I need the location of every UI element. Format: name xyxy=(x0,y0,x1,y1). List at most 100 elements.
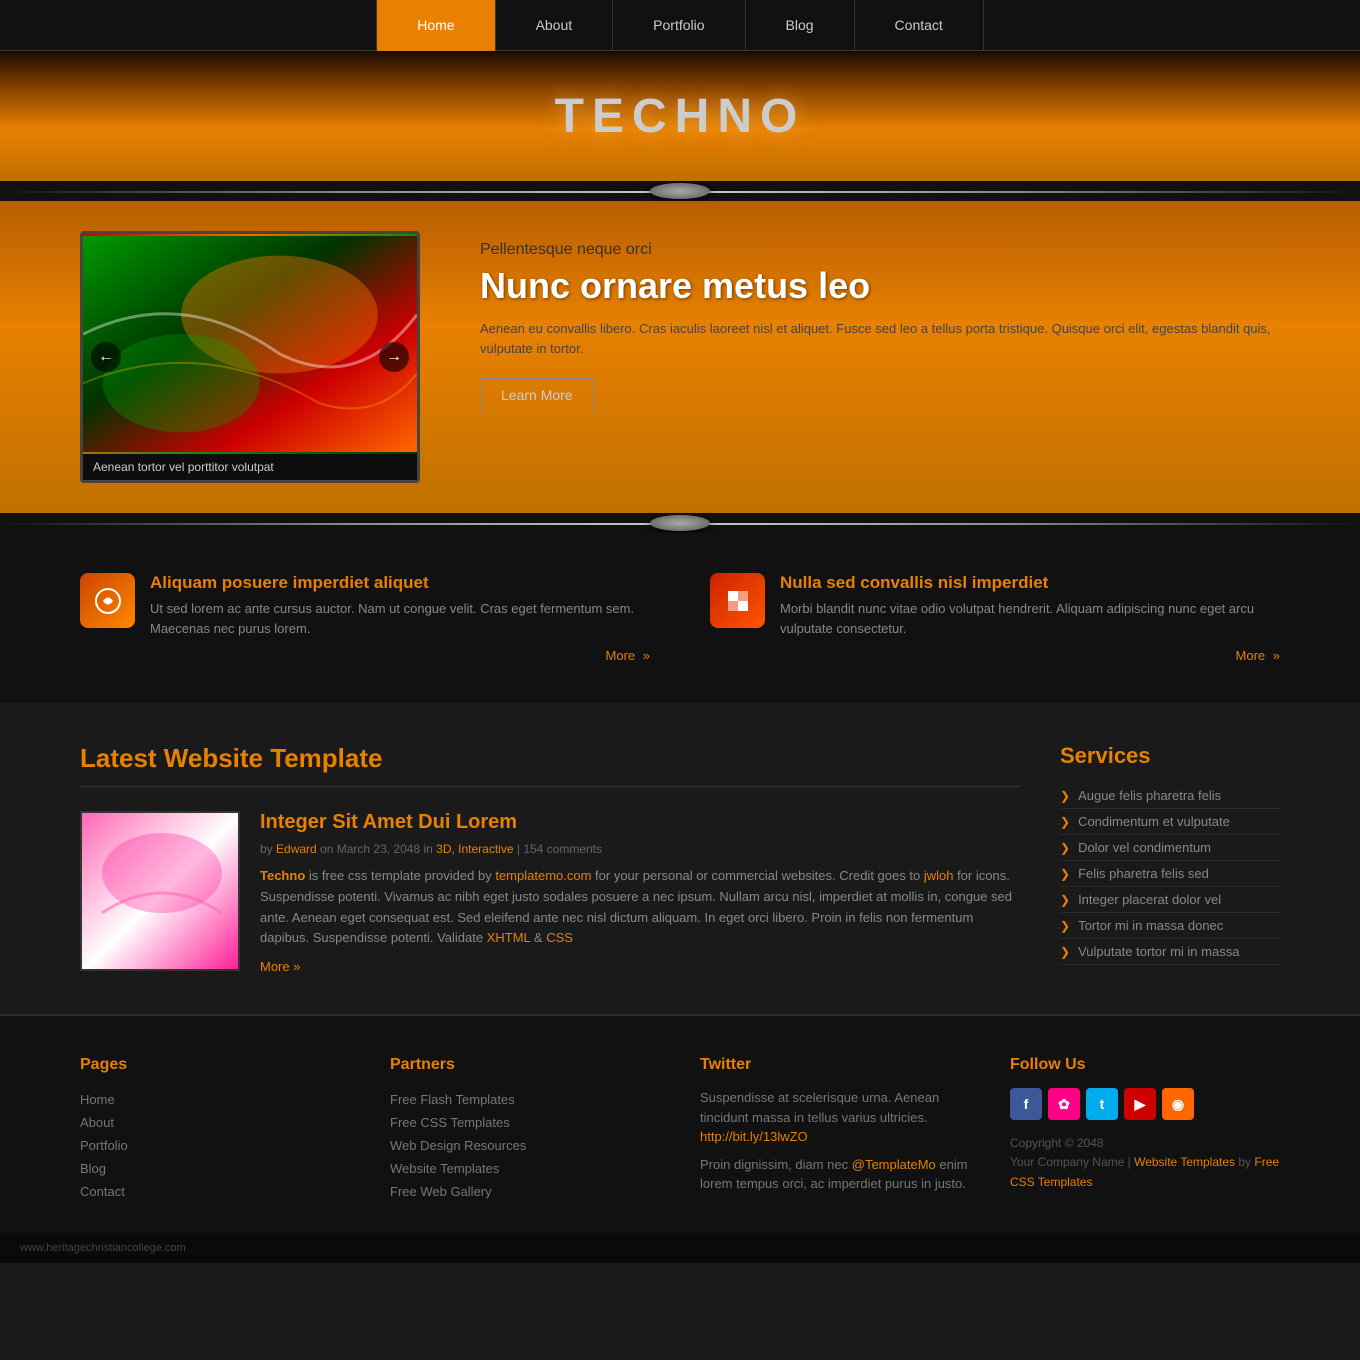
feature-2-more[interactable]: More » xyxy=(710,648,1280,663)
hero-text: Pellentesque neque orci Nunc ornare metu… xyxy=(480,231,1280,412)
feature-1-icon xyxy=(80,573,135,628)
feature-2-content: Nulla sed convallis nisl imperdiet Morbi… xyxy=(780,573,1280,638)
section-title: Latest Website Template xyxy=(80,743,1020,774)
post-category-link[interactable]: 3D, Interactive xyxy=(436,842,513,856)
twitter-text-2: Proin dignissim, diam nec @TemplateMo en… xyxy=(700,1155,970,1194)
feature-1-content: Aliquam posuere imperdiet aliquet Ut sed… xyxy=(150,573,650,638)
main-nav: Home About Portfolio Blog Contact xyxy=(0,0,1360,51)
post-more[interactable]: More » xyxy=(260,959,1020,974)
more-arrow-icon-2: » xyxy=(1273,648,1280,663)
website-templates-link[interactable]: Website Templates xyxy=(1134,1155,1235,1169)
feature-2-title: Nulla sed convallis nisl imperdiet xyxy=(780,573,1280,593)
service-item-4[interactable]: Integer placerat dolor vel xyxy=(1060,887,1280,913)
hero-section: ← → Aenean tortor vel porttitor volutpat… xyxy=(0,201,1360,513)
footer-page-2[interactable]: Portfolio xyxy=(80,1134,350,1157)
footer-page-1[interactable]: About xyxy=(80,1111,350,1134)
ornament-top xyxy=(650,183,710,199)
rss-icon[interactable]: ◉ xyxy=(1162,1088,1194,1120)
twitter-text-1: Suspendisse at scelerisque urna. Aenean … xyxy=(700,1088,970,1147)
feature-2-text: Morbi blandit nunc vitae odio volutpat h… xyxy=(780,599,1280,638)
footer-follow-col: Follow Us f ✿ t ▶ ◉ Copyright © 2048 You… xyxy=(1010,1056,1280,1203)
flickr-icon[interactable]: ✿ xyxy=(1048,1088,1080,1120)
service-item-5[interactable]: Tortor mi in massa donec xyxy=(1060,913,1280,939)
footer-pages-col: Pages Home About Portfolio Blog Contact xyxy=(80,1056,350,1203)
footer-page-4[interactable]: Contact xyxy=(80,1180,350,1203)
section-divider xyxy=(80,786,1020,787)
feature-1: Aliquam posuere imperdiet aliquet Ut sed… xyxy=(80,573,650,663)
copyright-text: Copyright © 2048 Your Company Name | Web… xyxy=(1010,1134,1280,1192)
ornament-bottom xyxy=(650,515,710,531)
hero-description: Aenean eu convallis libero. Cras iaculis… xyxy=(480,319,1280,358)
feature-2: Nulla sed convallis nisl imperdiet Morbi… xyxy=(710,573,1280,663)
more-arrow-icon: » xyxy=(643,648,650,663)
post-content: Integer Sit Amet Dui Lorem by Edward on … xyxy=(260,811,1020,974)
nav-portfolio[interactable]: Portfolio xyxy=(613,0,745,51)
footer-page-0[interactable]: Home xyxy=(80,1088,350,1111)
nav-home[interactable]: Home xyxy=(376,0,495,51)
hero-slider: ← → Aenean tortor vel porttitor volutpat xyxy=(80,231,420,483)
feature-1-header: Aliquam posuere imperdiet aliquet Ut sed… xyxy=(80,573,650,638)
service-item-2[interactable]: Dolor vel condimentum xyxy=(1060,835,1280,861)
twitter-icon[interactable]: t xyxy=(1086,1088,1118,1120)
main-content: Latest Website Template xyxy=(0,703,1360,1014)
nav-contact[interactable]: Contact xyxy=(855,0,984,51)
service-item-1[interactable]: Condimentum et vulputate xyxy=(1060,809,1280,835)
social-icons: f ✿ t ▶ ◉ xyxy=(1010,1088,1280,1120)
post-brand: Techno xyxy=(260,868,305,883)
feature-1-title: Aliquam posuere imperdiet aliquet xyxy=(150,573,650,593)
footer-follow-title: Follow Us xyxy=(1010,1056,1280,1074)
footer-partners-col: Partners Free Flash Templates Free CSS T… xyxy=(390,1056,660,1203)
facebook-icon[interactable]: f xyxy=(1010,1088,1042,1120)
footer-partner-3[interactable]: Website Templates xyxy=(390,1157,660,1180)
post-title[interactable]: Integer Sit Amet Dui Lorem xyxy=(260,811,1020,834)
learn-more-button[interactable]: Learn More xyxy=(480,378,594,412)
hero-title: Nunc ornare metus leo xyxy=(480,265,1280,307)
post-css-link[interactable]: CSS xyxy=(546,930,573,945)
post-image-graphic xyxy=(82,813,240,971)
features-section: Aliquam posuere imperdiet aliquet Ut sed… xyxy=(0,533,1360,703)
post-body: Techno is free css template provided by … xyxy=(260,866,1020,949)
hero-subtitle: Pellentesque neque orci xyxy=(480,241,1280,259)
footer-page-3[interactable]: Blog xyxy=(80,1157,350,1180)
footer: Pages Home About Portfolio Blog Contact … xyxy=(0,1014,1360,1233)
footer-partner-1[interactable]: Free CSS Templates xyxy=(390,1111,660,1134)
twitter-handle-link[interactable]: @TemplateMo xyxy=(852,1157,936,1172)
feature-1-graphic xyxy=(93,586,123,616)
feature-1-more[interactable]: More » xyxy=(80,648,650,663)
post-image xyxy=(80,811,240,971)
blog-post: Integer Sit Amet Dui Lorem by Edward on … xyxy=(80,811,1020,974)
slider-prev-button[interactable]: ← xyxy=(91,342,121,372)
slider-next-button[interactable]: → xyxy=(379,342,409,372)
nav-blog[interactable]: Blog xyxy=(746,0,855,51)
site-title: TECHNO xyxy=(555,89,806,144)
feature-1-text: Ut sed lorem ac ante cursus auctor. Nam … xyxy=(150,599,650,638)
feature-2-graphic xyxy=(723,586,753,616)
top-divider xyxy=(0,181,1360,201)
post-author-link[interactable]: Edward xyxy=(276,842,317,856)
slider-navigation: ← → xyxy=(83,342,417,372)
post-meta: by Edward on March 23, 2048 in 3D, Inter… xyxy=(260,842,1020,856)
footer-partner-0[interactable]: Free Flash Templates xyxy=(390,1088,660,1111)
post-more-arrow: » xyxy=(293,959,300,974)
post-credit-link[interactable]: jwloh xyxy=(924,868,954,883)
slider-caption: Aenean tortor vel porttitor volutpat xyxy=(83,454,417,480)
nav-about[interactable]: About xyxy=(496,0,614,51)
service-item-3[interactable]: Felis pharetra felis sed xyxy=(1060,861,1280,887)
twitter-link-1[interactable]: http://bit.ly/13lwZO xyxy=(700,1129,808,1144)
footer-partner-4[interactable]: Free Web Gallery xyxy=(390,1180,660,1203)
feature-2-header: Nulla sed convallis nisl imperdiet Morbi… xyxy=(710,573,1280,638)
post-site-link[interactable]: templatemo.com xyxy=(495,868,591,883)
header-banner: TECHNO xyxy=(0,51,1360,181)
footer-partners-title: Partners xyxy=(390,1056,660,1074)
footer-partner-2[interactable]: Web Design Resources xyxy=(390,1134,660,1157)
footer-columns: Pages Home About Portfolio Blog Contact … xyxy=(80,1056,1280,1203)
post-xhtml-link[interactable]: XHTML xyxy=(487,930,531,945)
youtube-icon[interactable]: ▶ xyxy=(1124,1088,1156,1120)
footer-twitter-title: Twitter xyxy=(700,1056,970,1074)
service-item-0[interactable]: Augue felis pharetra felis xyxy=(1060,783,1280,809)
footer-pages-title: Pages xyxy=(80,1056,350,1074)
bottom-footer-text: www.heritagechristiancollege.com xyxy=(20,1242,186,1254)
bottom-divider xyxy=(0,513,1360,533)
service-item-6[interactable]: Vulputate tortor mi in massa xyxy=(1060,939,1280,965)
sidebar: Services Augue felis pharetra felis Cond… xyxy=(1060,743,1280,974)
